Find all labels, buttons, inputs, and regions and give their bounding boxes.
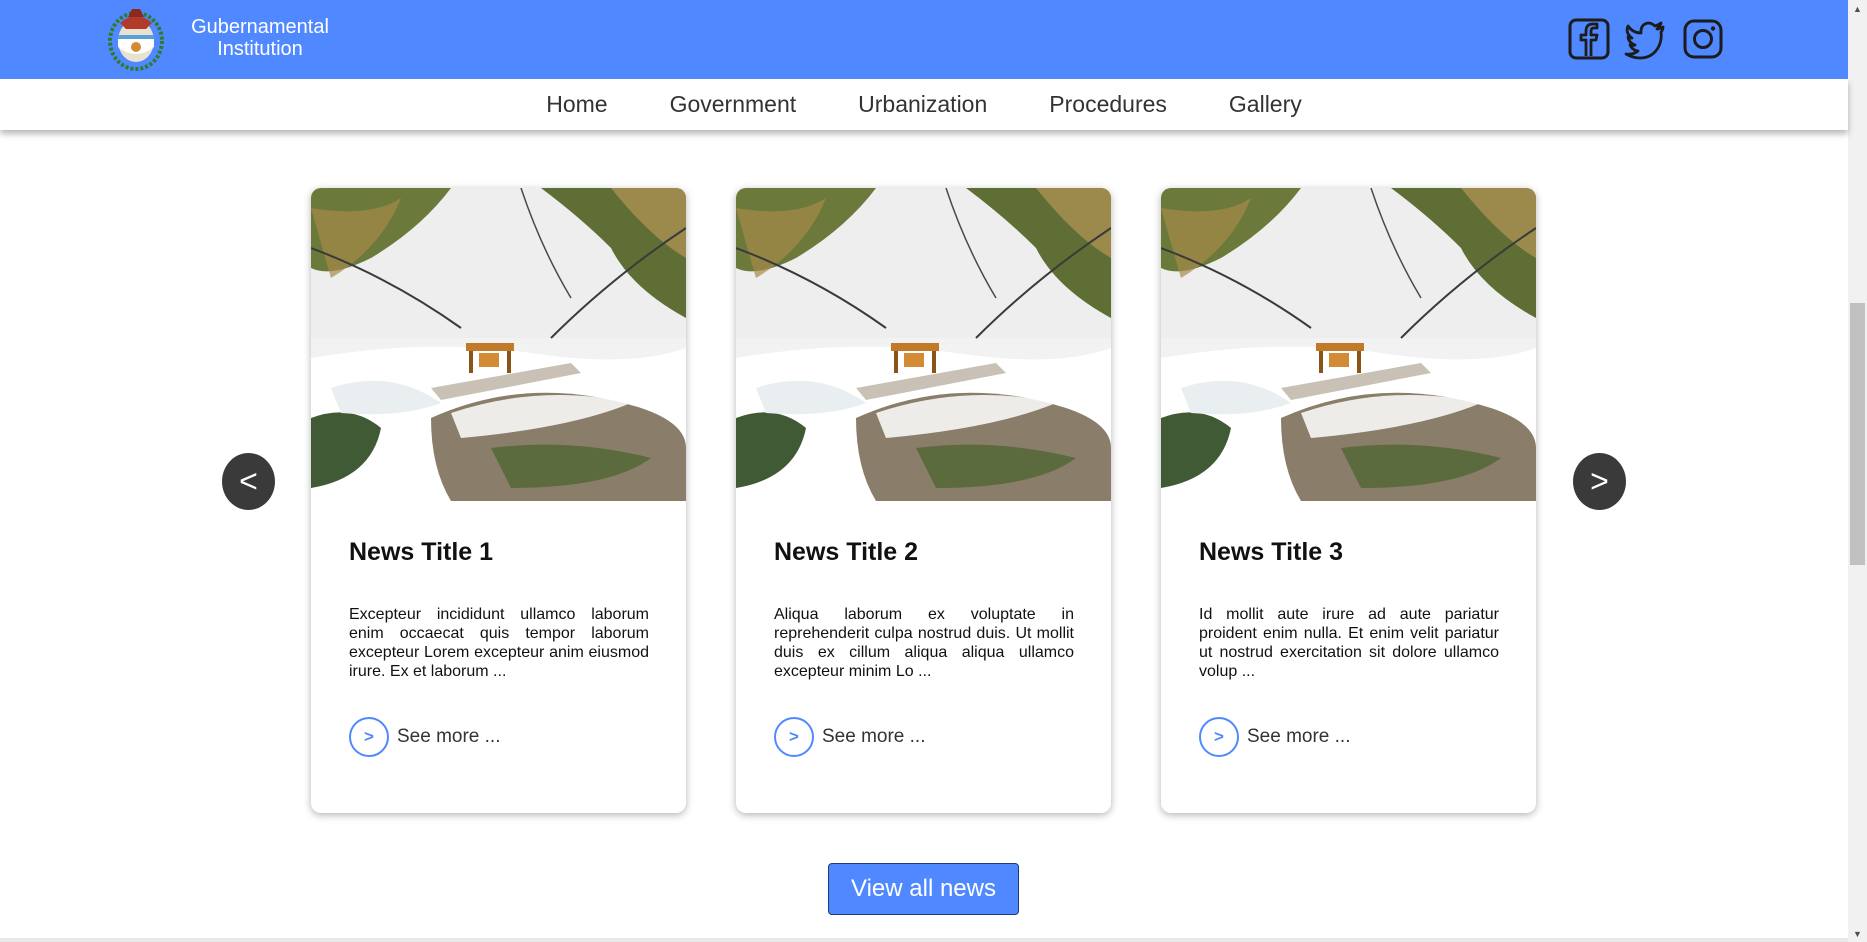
news-image[interactable] <box>736 188 1111 501</box>
instagram-icon[interactable] <box>1682 18 1724 60</box>
facebook-icon[interactable] <box>1568 18 1610 60</box>
nav-item-gallery[interactable]: Gallery <box>1229 91 1302 118</box>
page-bottom-edge <box>0 938 1848 942</box>
nav-item-procedures[interactable]: Procedures <box>1049 91 1167 118</box>
header-bar: Gubernamental Institution <box>0 0 1848 79</box>
see-more-label[interactable]: See more ... <box>397 726 501 748</box>
news-card: News Title 1 Excepteur incididunt ullamc… <box>311 188 686 813</box>
news-title[interactable]: News Title 3 <box>1199 538 1343 567</box>
news-image[interactable] <box>311 188 686 501</box>
chevron-right-icon[interactable]: > <box>1199 717 1239 757</box>
nav-item-government[interactable]: Government <box>670 91 797 118</box>
see-more-link[interactable]: > See more ... <box>349 717 501 757</box>
news-image[interactable] <box>1161 188 1536 501</box>
page: Gubernamental Institution Home Governmen… <box>0 0 1867 942</box>
scroll-up-arrow-icon[interactable]: ▲ <box>1848 0 1867 17</box>
carousel-next-button[interactable]: > <box>1573 453 1626 510</box>
brand-name: Gubernamental Institution <box>180 16 340 60</box>
see-more-link[interactable]: > See more ... <box>774 717 926 757</box>
coat-of-arms-icon[interactable] <box>106 3 166 71</box>
news-title[interactable]: News Title 1 <box>349 538 493 567</box>
brand-line-1: Gubernamental <box>191 16 329 38</box>
see-more-link[interactable]: > See more ... <box>1199 717 1351 757</box>
brand-line-2: Institution <box>217 38 303 60</box>
scroll-down-arrow-icon[interactable]: ▼ <box>1848 925 1867 942</box>
main-nav: Home Government Urbanization Procedures … <box>0 79 1848 130</box>
news-card: News Title 2 Aliqua laborum ex voluptate… <box>736 188 1111 813</box>
nav-item-urbanization[interactable]: Urbanization <box>858 91 987 118</box>
carousel-prev-button[interactable]: < <box>222 453 275 510</box>
nav-item-home[interactable]: Home <box>546 91 607 118</box>
see-more-label[interactable]: See more ... <box>1247 726 1351 748</box>
view-all-news-button[interactable]: View all news <box>828 863 1019 915</box>
chevron-right-icon[interactable]: > <box>349 717 389 757</box>
chevron-right-icon[interactable]: > <box>774 717 814 757</box>
news-excerpt: Id mollit aute irure ad aute pariatur pr… <box>1199 606 1499 680</box>
twitter-icon[interactable] <box>1624 18 1666 60</box>
vertical-scrollbar[interactable]: ▲ ▼ <box>1848 0 1867 942</box>
news-excerpt: Excepteur incididunt ullamco laborum eni… <box>349 606 649 680</box>
scroll-thumb[interactable] <box>1850 303 1865 565</box>
news-excerpt: Aliqua laborum ex voluptate in reprehend… <box>774 606 1074 680</box>
news-card: News Title 3 Id mollit aute irure ad aut… <box>1161 188 1536 813</box>
see-more-label[interactable]: See more ... <box>822 726 926 748</box>
news-title[interactable]: News Title 2 <box>774 538 918 567</box>
